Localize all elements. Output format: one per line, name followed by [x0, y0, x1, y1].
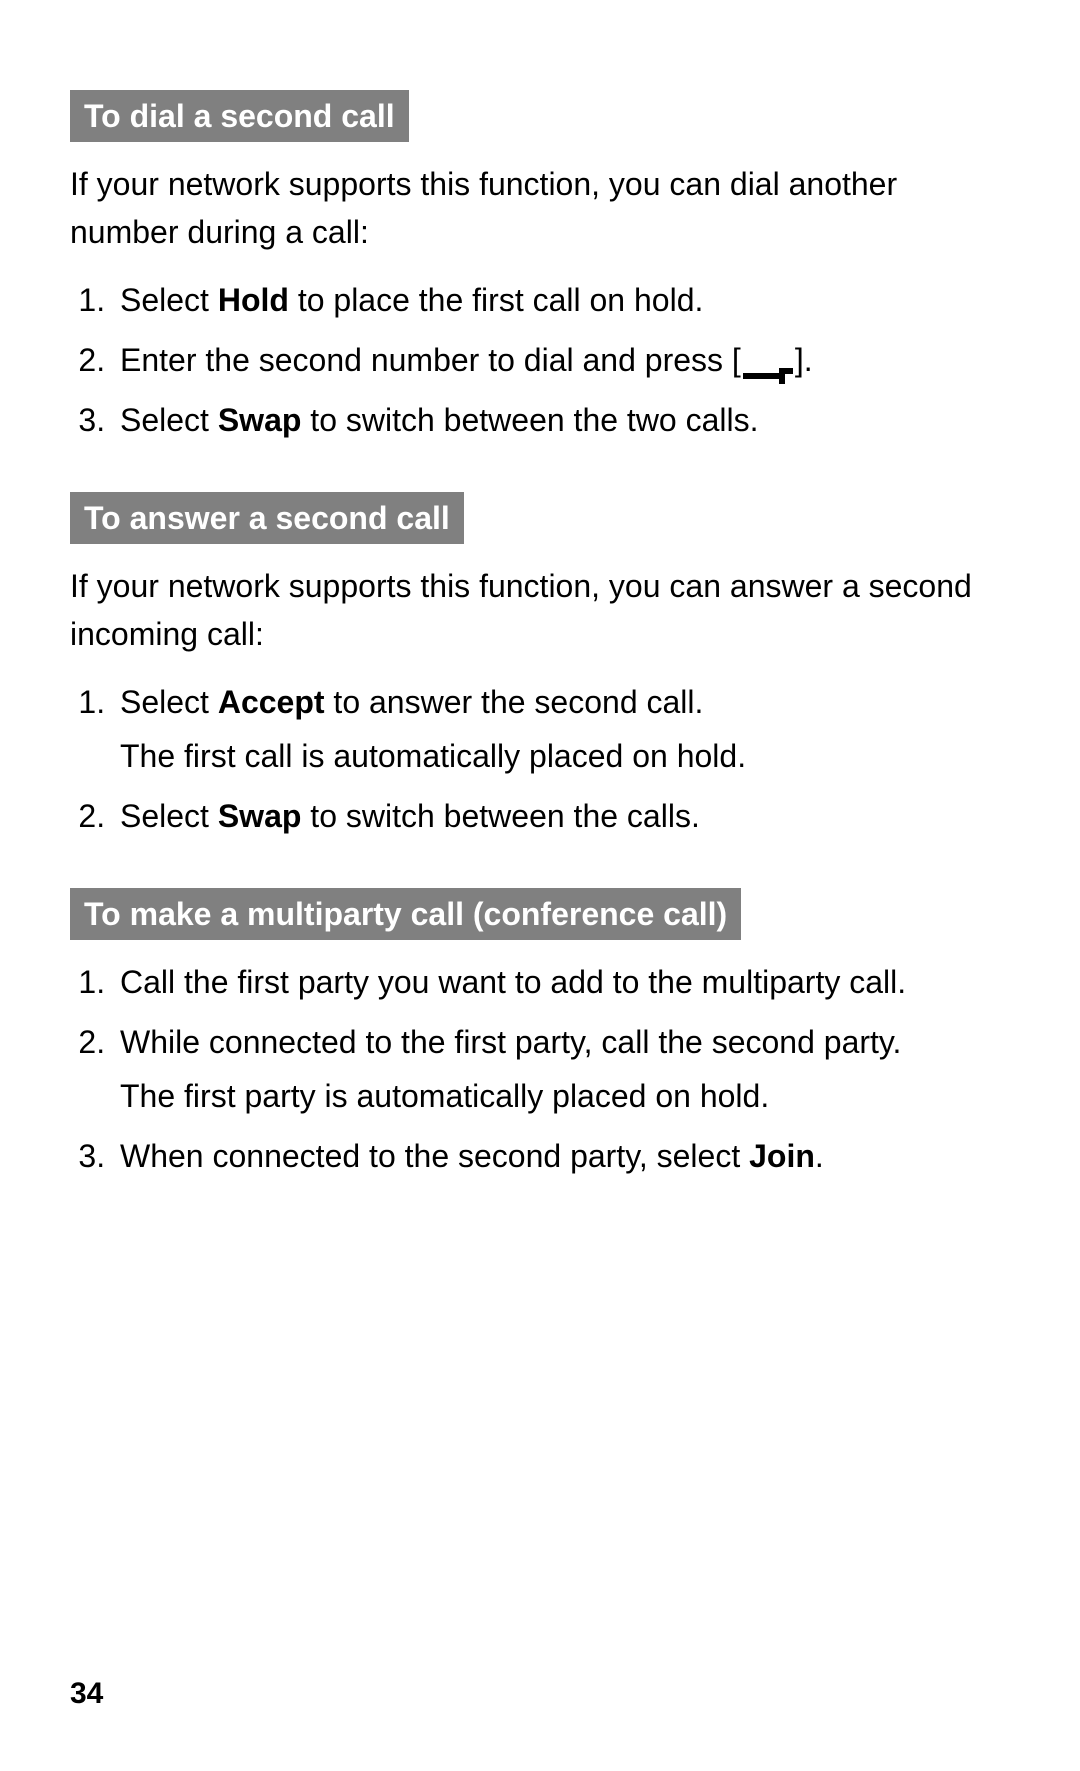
section-heading: To make a multiparty call (conference ca… [70, 888, 741, 940]
steps-list: Call the first party you want to add to … [70, 958, 1010, 1180]
step-bold: Hold [218, 282, 289, 318]
section-intro: If your network supports this function, … [70, 562, 1010, 658]
step-text: Select [120, 798, 218, 834]
section-answer-second-call: To answer a second call If your network … [70, 492, 1010, 840]
step-text: When connected to the second party, sele… [120, 1138, 749, 1174]
step-text: to switch between the two calls. [301, 402, 758, 438]
step-text: Select [120, 282, 218, 318]
step-text: to place the first call on hold. [289, 282, 703, 318]
section-multiparty-call: To make a multiparty call (conference ca… [70, 888, 1010, 1180]
section-heading: To answer a second call [70, 492, 464, 544]
step-bold: Swap [218, 402, 302, 438]
step-text: Call the first party you want to add to … [120, 964, 906, 1000]
section-dial-second-call: To dial a second call If your network su… [70, 90, 1010, 444]
section-intro: If your network supports this function, … [70, 160, 1010, 256]
step-item: Select Swap to switch between the two ca… [114, 396, 1010, 444]
step-bold: Join [749, 1138, 815, 1174]
send-key-icon [741, 351, 795, 371]
step-item: Call the first party you want to add to … [114, 958, 1010, 1006]
step-item: Select Accept to answer the second call.… [114, 678, 1010, 780]
step-item: When connected to the second party, sele… [114, 1132, 1010, 1180]
step-item: Enter the second number to dial and pres… [114, 336, 1010, 384]
step-text: ]. [795, 342, 813, 378]
step-text: Select [120, 684, 218, 720]
step-subtext: The first party is automatically placed … [120, 1072, 1010, 1120]
section-heading: To dial a second call [70, 90, 409, 142]
manual-page: To dial a second call If your network su… [0, 0, 1080, 1771]
step-text: While connected to the first party, call… [120, 1024, 901, 1060]
step-subtext: The first call is automatically placed o… [120, 732, 1010, 780]
step-text: Enter the second number to dial and pres… [120, 342, 741, 378]
step-bold: Accept [218, 684, 325, 720]
steps-list: Select Accept to answer the second call.… [70, 678, 1010, 840]
step-text: . [815, 1138, 824, 1174]
step-bold: Swap [218, 798, 302, 834]
page-number: 34 [70, 1677, 103, 1711]
step-item: While connected to the first party, call… [114, 1018, 1010, 1120]
step-item: Select Hold to place the first call on h… [114, 276, 1010, 324]
step-item: Select Swap to switch between the calls. [114, 792, 1010, 840]
step-text: to answer the second call. [325, 684, 704, 720]
steps-list: Select Hold to place the first call on h… [70, 276, 1010, 444]
step-text: to switch between the calls. [301, 798, 699, 834]
step-text: Select [120, 402, 218, 438]
